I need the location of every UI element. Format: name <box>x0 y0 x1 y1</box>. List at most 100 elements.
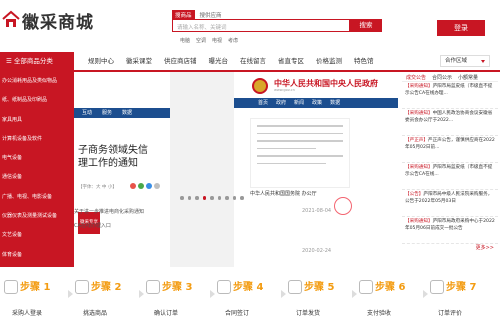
step-number: 步骤 6 <box>375 282 406 293</box>
region-label: 合作区域 <box>445 58 468 64</box>
user-icon <box>4 280 18 294</box>
nav-item-shops[interactable]: 供应商店铺 <box>164 54 197 68</box>
doc-list-item[interactable]: 关于进一步推进电商化采购通知 <box>74 208 144 215</box>
step-label: 订单发货 <box>296 310 321 317</box>
nav-item-classroom[interactable]: 徽采课堂 <box>126 54 152 68</box>
category-sidebar: 办公消耗用品及类似物品 纸、纸制品及印刷品 家具用具 计算机设备及软件 电气设备… <box>0 72 74 277</box>
category-item[interactable]: 广播、电视、电影设备 <box>0 188 74 207</box>
tab-contract-public[interactable]: 合同公示 <box>432 74 452 81</box>
step-number: 步骤 2 <box>91 282 122 293</box>
hot-words: 电脑 空调 电视 考虑 <box>180 37 238 44</box>
tab-deal-announcement[interactable]: 成交公告 <box>406 74 426 81</box>
carousel-dot[interactable] <box>195 196 199 200</box>
doc-list-date: 2021-08-04 <box>302 208 332 214</box>
all-categories-button[interactable]: ☰ 全部商品分类 <box>0 52 74 70</box>
gov-nav-item: 首页 <box>258 100 269 106</box>
notice-more-link[interactable]: 更多>> <box>476 244 494 251</box>
notice-tag: 【严正声】 <box>405 138 428 143</box>
login-button[interactable]: 登录 <box>437 20 485 36</box>
arrow-right-icon <box>352 290 357 298</box>
step-number: 步骤 1 <box>20 282 51 293</box>
arrow-right-icon <box>423 290 428 298</box>
gov-footer-text: 中华人民共和国国务院 办公厅 <box>250 191 317 197</box>
carousel-dot[interactable] <box>180 196 184 200</box>
category-item[interactable]: 仪器仪表及测量测试设备 <box>0 207 74 226</box>
step-item: 步骤 2 挑选商品 <box>75 276 137 328</box>
search-button[interactable]: 搜索 <box>350 19 382 32</box>
nav-item-message[interactable]: 在线留言 <box>240 54 266 68</box>
carousel-dot[interactable] <box>210 196 214 200</box>
doc-nav-item: 服务 <box>102 110 113 116</box>
notice-item[interactable]: 【采购通知】中国人民政治协商会议安徽省委员会办公厅于2022... <box>402 109 498 136</box>
step-label: 支付验收 <box>367 310 392 317</box>
notice-item[interactable]: 【严正声】严正声公告，谨慎供应商在2022年05月02日前... <box>402 136 498 163</box>
review-icon <box>430 280 444 294</box>
nav-item-price[interactable]: 价格监测 <box>316 54 342 68</box>
banner-left-document: 互动 服务 数据 子商务领域失信 理工作的通知 【字体：大 中 小】 徽采专享 <box>74 72 170 267</box>
notice-item[interactable]: 【采购通知】庐阳市局蓝皮纸（市级直不提示公告CA在线... <box>402 163 498 190</box>
nav-item-province[interactable]: 省直专区 <box>278 54 304 68</box>
wechat-icon <box>138 183 144 189</box>
doc-nav-item: 互动 <box>82 110 93 116</box>
doc-title: 子商务领域失信 理工作的通知 <box>78 145 148 169</box>
category-item[interactable]: 纸、纸制品及印刷品 <box>0 91 74 110</box>
step-item: 步骤 3 确认订单 <box>146 276 208 328</box>
region-select[interactable]: 合作区域 <box>440 55 490 67</box>
notice-tag: 【公告】 <box>405 192 424 197</box>
step-label: 合同签订 <box>225 310 250 317</box>
category-item[interactable]: 家具用具 <box>0 111 74 130</box>
hot-word[interactable]: 空调 <box>196 37 206 44</box>
doc-meta: 【字体：大 中 小】 <box>78 185 117 190</box>
gov-nav: 首页 政府 新闻 政策 数据 <box>234 98 398 108</box>
notice-tag: 【采购通知】 <box>405 111 433 116</box>
nav-item-rules[interactable]: 规则中心 <box>88 54 114 68</box>
order-icon <box>146 280 160 294</box>
carousel-dot[interactable] <box>217 196 221 200</box>
all-categories-label: 全部商品分类 <box>13 57 53 65</box>
step-label: 采购人登录 <box>12 310 43 317</box>
tab-small-amount[interactable]: 小额常量 <box>458 74 478 81</box>
category-item[interactable]: 文艺设备 <box>0 226 74 245</box>
notice-list: 【采购通知】庐阳市局蓝皮纸（市级直不提示公告CA在线办理... 【采购通知】中国人… <box>402 82 498 244</box>
doc-list-item[interactable]: CA在线办理入口 <box>74 222 111 229</box>
share-more-icon <box>154 183 160 189</box>
step-item: 步骤 7 订单评价 <box>430 276 492 328</box>
category-item[interactable]: 体育设备 <box>0 246 74 265</box>
carousel-dot[interactable] <box>187 196 191 200</box>
search-input[interactable]: 请输入名称、关键词 <box>172 19 350 32</box>
carousel-dot[interactable] <box>232 196 236 200</box>
step-number: 步骤 5 <box>304 282 335 293</box>
carousel-dot[interactable] <box>225 196 229 200</box>
nav-item-featured[interactable]: 特色馆 <box>354 54 374 68</box>
banner-carousel[interactable]: 互动 服务 数据 子商务领域失信 理工作的通知 【字体：大 中 小】 徽采专享 … <box>74 72 398 267</box>
category-item[interactable]: 办公消耗用品及类似物品 <box>0 72 74 91</box>
hot-word[interactable]: 电脑 <box>180 37 190 44</box>
notice-tabs: 成交公告 合同公示 小额常量 <box>402 72 498 82</box>
step-item: 步骤 1 采购人登录 <box>4 276 66 328</box>
truck-icon <box>288 280 302 294</box>
category-item[interactable]: 电气设备 <box>0 149 74 168</box>
hot-word[interactable]: 考虑 <box>228 37 238 44</box>
logo-icon[interactable] <box>2 10 20 28</box>
notice-item[interactable]: 【公告】庐阳市局中级人民法院采购服务，公告于2022年05月03日 <box>402 190 498 217</box>
hot-word[interactable]: 电视 <box>212 37 222 44</box>
notice-panel: 成交公告 合同公示 小额常量 【采购通知】庐阳市局蓝皮纸（市级直不提示公告CA在… <box>402 72 498 267</box>
gov-nav-item: 政府 <box>276 100 287 106</box>
carousel-dot[interactable] <box>240 196 244 200</box>
carousel-dot[interactable] <box>202 196 206 200</box>
notice-item[interactable]: 【采购通知】庐阳市局政府采购中心于2022年05月06日前成交一批公告 <box>402 217 498 244</box>
category-item[interactable]: 通信设备 <box>0 168 74 187</box>
step-label: 订单评价 <box>438 310 463 317</box>
banner-right-document: 中华人民共和国中央人民政府 www.gov.cn 首页 政府 新闻 政策 数据 … <box>234 72 398 267</box>
notice-tag: 【采购通知】 <box>405 165 433 170</box>
nav-item-exposure[interactable]: 曝光台 <box>209 54 229 68</box>
category-item[interactable]: 计算机设备及软件 <box>0 130 74 149</box>
logo-text[interactable]: 徽采商城 <box>22 8 94 33</box>
doc-nav-item: 数据 <box>122 110 133 116</box>
arrow-right-icon <box>281 290 286 298</box>
carousel-indicators <box>180 196 244 200</box>
notice-item[interactable]: 【采购通知】庐阳市局蓝皮纸（市级直不提示公告CA在线办理... <box>402 82 498 109</box>
official-seal-icon <box>334 197 352 215</box>
arrow-right-icon <box>210 290 215 298</box>
gov-document-body <box>250 118 350 188</box>
